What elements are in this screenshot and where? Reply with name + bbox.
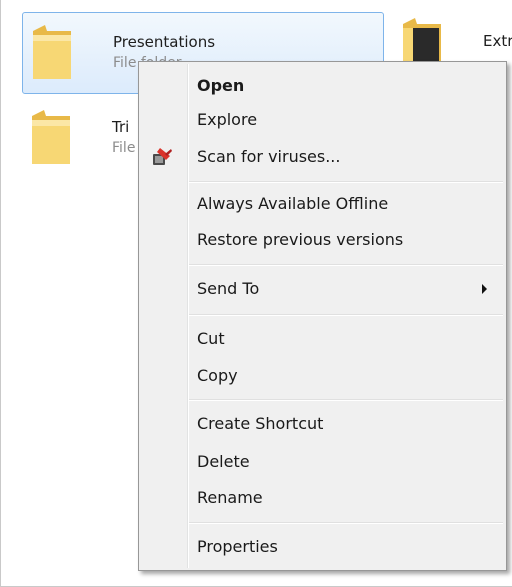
menu-item-label: Copy <box>197 366 238 385</box>
menu-item-open[interactable]: Open <box>142 71 503 101</box>
menu-item-label: Send To <box>197 279 260 298</box>
menu-separator <box>189 399 503 401</box>
menu-item-rename[interactable]: Rename <box>142 483 503 513</box>
menu-item-cut[interactable]: Cut <box>142 324 503 354</box>
menu-separator <box>189 181 503 183</box>
explorer-file-pane: Presentations File folder Tri File Extr <box>0 0 512 587</box>
menu-separator <box>189 522 503 524</box>
menu-item-label: Rename <box>197 488 263 507</box>
folder-icon <box>31 21 75 83</box>
context-menu: Open Explore Scan for viruses... Always … <box>138 61 507 571</box>
menu-item-label: Cut <box>197 329 225 348</box>
menu-item-explore[interactable]: Explore <box>142 105 503 135</box>
file-type: File <box>112 140 136 156</box>
file-name: Tri <box>112 118 130 136</box>
menu-item-always-available-offline[interactable]: Always Available Offline <box>142 189 503 219</box>
file-name: Extr <box>483 32 512 50</box>
menu-item-properties[interactable]: Properties <box>142 532 503 562</box>
menu-item-label: Delete <box>197 452 250 471</box>
menu-item-label: Properties <box>197 537 278 556</box>
menu-item-delete[interactable]: Delete <box>142 447 503 477</box>
menu-item-scan-for-viruses[interactable]: Scan for viruses... <box>142 142 503 172</box>
menu-item-restore-previous-versions[interactable]: Restore previous versions <box>142 225 503 255</box>
submenu-arrow-icon <box>482 284 487 294</box>
menu-item-copy[interactable]: Copy <box>142 361 503 391</box>
menu-item-label: Restore previous versions <box>197 230 404 249</box>
menu-item-send-to[interactable]: Send To <box>142 274 503 304</box>
menu-separator <box>189 314 503 316</box>
menu-item-label: Create Shortcut <box>197 414 324 433</box>
menu-item-label: Explore <box>197 110 258 129</box>
file-name: Presentations <box>113 33 216 51</box>
antivirus-scan-icon <box>150 146 174 168</box>
menu-item-label: Open <box>197 76 245 95</box>
menu-item-label: Always Available Offline <box>197 194 389 213</box>
folder-icon <box>30 106 74 168</box>
menu-separator <box>189 264 503 266</box>
menu-item-label: Scan for viruses... <box>197 147 341 166</box>
menu-item-create-shortcut[interactable]: Create Shortcut <box>142 409 503 439</box>
